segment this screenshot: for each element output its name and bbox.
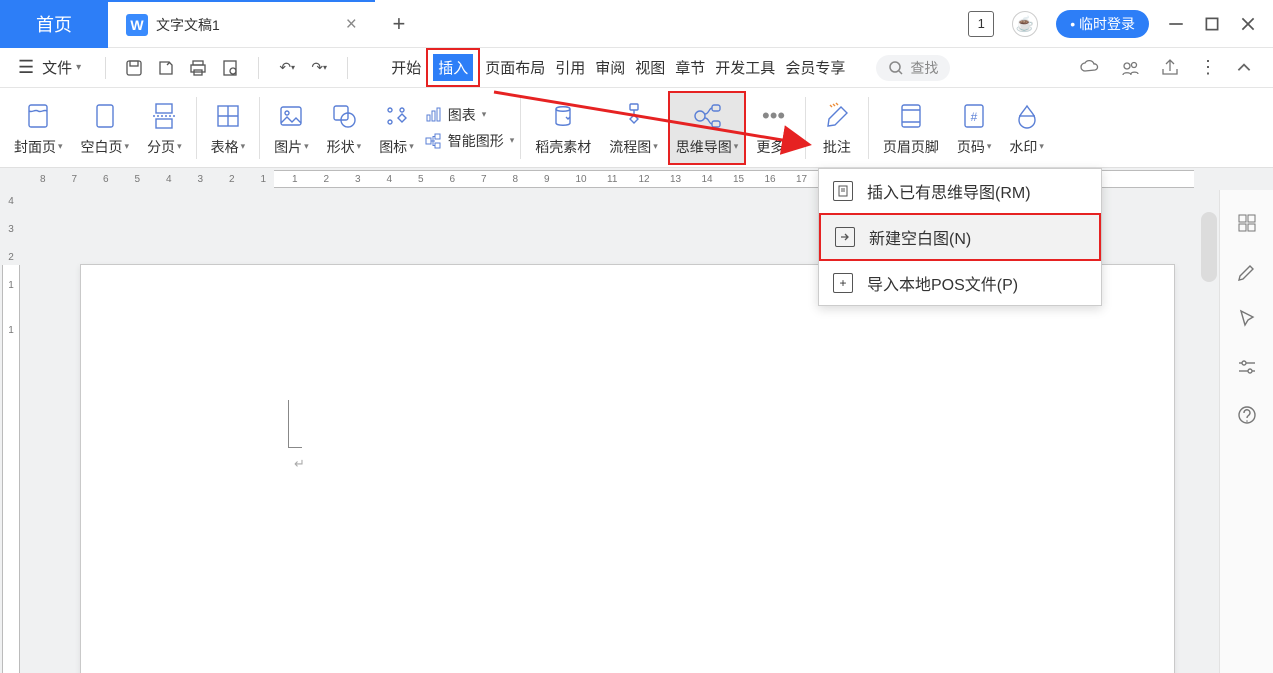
- highlight-insert: 插入: [426, 48, 480, 87]
- doc-icon: [833, 181, 853, 201]
- document-page[interactable]: [80, 264, 1175, 673]
- smartart-icon: [424, 132, 442, 150]
- tab-view[interactable]: 视图: [630, 53, 670, 82]
- header-footer-icon: [894, 99, 928, 133]
- chart-button[interactable]: 图表▾: [424, 105, 515, 125]
- close-window-icon[interactable]: [1239, 15, 1257, 33]
- blank-page-button[interactable]: 空白页▾: [73, 91, 138, 165]
- watermark-icon: [1010, 99, 1044, 133]
- picture-button[interactable]: 图片▾: [266, 91, 317, 165]
- page-break-icon: [147, 99, 181, 133]
- cover-page-button[interactable]: 封面页▾: [6, 91, 71, 165]
- redo-icon[interactable]: ↷▾: [307, 56, 331, 80]
- comment-button[interactable]: 批注: [812, 91, 862, 165]
- enter-icon: [835, 227, 855, 247]
- minimize-icon[interactable]: [1167, 15, 1185, 33]
- edit-icon[interactable]: [1236, 260, 1258, 282]
- tab-member[interactable]: 会员专享: [780, 53, 850, 82]
- coffee-icon[interactable]: ☕: [1012, 11, 1038, 37]
- header-footer-button[interactable]: 页眉页脚: [875, 91, 947, 165]
- icons-icon: [379, 99, 413, 133]
- search-icon: [888, 60, 904, 76]
- mindmap-dropdown: 插入已有思维导图(RM) 新建空白图(N) +导入本地POS文件(P): [818, 168, 1102, 306]
- select-icon[interactable]: [1236, 308, 1258, 330]
- docer-icon: [546, 99, 580, 133]
- flowchart-icon: [617, 99, 651, 133]
- tab-dev[interactable]: 开发工具: [710, 53, 780, 82]
- document-tab[interactable]: W 文字文稿1 ×: [108, 0, 375, 48]
- maximize-icon[interactable]: [1203, 15, 1221, 33]
- shapes-icon: [327, 99, 361, 133]
- cursor-indicator: [288, 400, 302, 448]
- search-input[interactable]: 查找: [876, 55, 950, 81]
- outline-icon[interactable]: [1236, 212, 1258, 234]
- cloud-sync-icon[interactable]: [1079, 57, 1101, 79]
- more-button[interactable]: •••更多▾: [748, 91, 799, 165]
- share-icon[interactable]: [1159, 57, 1181, 79]
- hamburger-icon[interactable]: ☰: [18, 57, 34, 78]
- svg-text:#: #: [971, 110, 978, 124]
- doc-title: 文字文稿1: [156, 15, 220, 35]
- tab-start[interactable]: 开始: [386, 53, 426, 82]
- save-icon[interactable]: [122, 56, 146, 80]
- new-blank-mindmap[interactable]: 新建空白图(N): [819, 213, 1101, 261]
- login-button[interactable]: • 临时登录: [1056, 10, 1149, 38]
- file-menu[interactable]: 文件▾: [42, 57, 81, 78]
- settings-slider-icon[interactable]: [1236, 356, 1258, 378]
- table-button[interactable]: 表格▾: [203, 91, 254, 165]
- flowchart-button[interactable]: 流程图▾: [601, 91, 666, 165]
- import-local-pos[interactable]: +导入本地POS文件(P): [819, 261, 1101, 305]
- tab-review[interactable]: 审阅: [590, 53, 630, 82]
- watermark-button[interactable]: 水印▾: [1001, 91, 1052, 165]
- home-tab[interactable]: 首页: [0, 0, 108, 48]
- blank-page-icon: [88, 99, 122, 133]
- collapse-ribbon-icon[interactable]: [1235, 59, 1253, 77]
- doc-w-icon: W: [126, 14, 148, 36]
- collaborate-icon[interactable]: [1119, 57, 1141, 79]
- undo-icon[interactable]: ↶▾: [275, 56, 299, 80]
- mindmap-icon: [690, 99, 724, 133]
- tab-page-layout[interactable]: 页面布局: [480, 53, 550, 82]
- tab-chapter[interactable]: 章节: [670, 53, 710, 82]
- new-tab-button[interactable]: +: [375, 11, 423, 37]
- close-tab-icon[interactable]: ×: [346, 14, 357, 36]
- vertical-ruler[interactable]: 43211: [0, 190, 22, 673]
- tab-insert[interactable]: 插入: [433, 54, 473, 81]
- print-icon[interactable]: [186, 56, 210, 80]
- smartart-button[interactable]: 智能图形▾: [424, 131, 515, 151]
- comment-icon: [820, 99, 854, 133]
- page-number-icon: #: [957, 99, 991, 133]
- help-icon[interactable]: [1236, 404, 1258, 426]
- table-icon: [211, 99, 245, 133]
- mindmap-button[interactable]: 思维导图▾: [668, 91, 747, 165]
- more-icon: •••: [757, 99, 791, 133]
- paragraph-mark: ↵: [294, 456, 305, 472]
- page-indicator[interactable]: 1: [968, 11, 994, 37]
- vertical-scrollbar[interactable]: [1201, 212, 1217, 282]
- print-preview-icon[interactable]: [218, 56, 242, 80]
- docer-button[interactable]: 稻壳素材: [527, 91, 599, 165]
- page-number-button[interactable]: #页码▾: [949, 91, 1000, 165]
- shapes-button[interactable]: 形状▾: [319, 91, 370, 165]
- plus-icon: +: [833, 273, 853, 293]
- icons-button[interactable]: 图标▾: [371, 91, 422, 165]
- side-panel: [1219, 190, 1273, 673]
- page-break-button[interactable]: 分页▾: [139, 91, 190, 165]
- cover-page-icon: [21, 99, 55, 133]
- tab-references[interactable]: 引用: [550, 53, 590, 82]
- save-as-icon[interactable]: [154, 56, 178, 80]
- picture-icon: [274, 99, 308, 133]
- chart-icon: [424, 106, 442, 124]
- more-options-icon[interactable]: ⋮: [1199, 57, 1217, 78]
- insert-existing-mindmap[interactable]: 插入已有思维导图(RM): [819, 169, 1101, 213]
